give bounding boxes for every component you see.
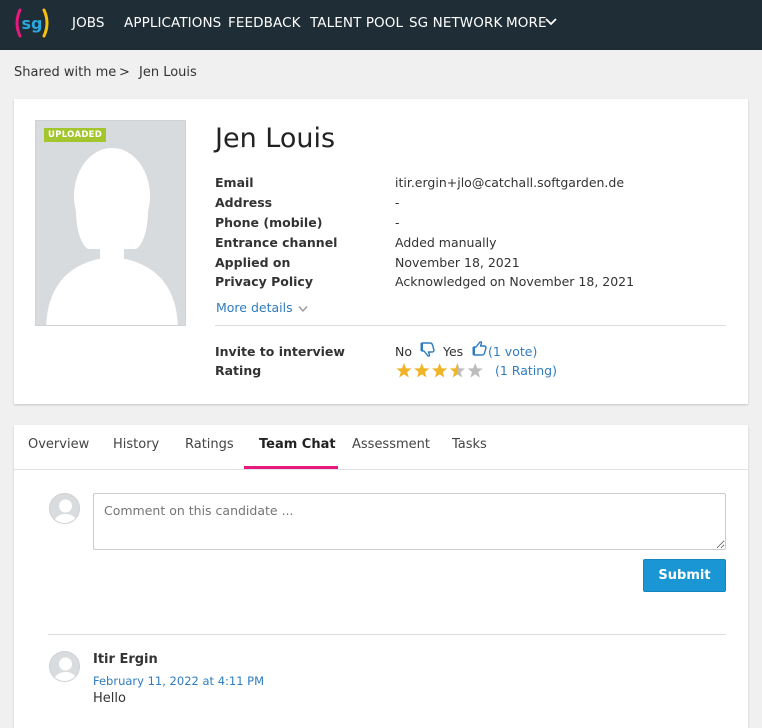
tab-bar: Overview History Ratings Team Chat Asses… bbox=[14, 425, 748, 470]
comment-timestamp: February 11, 2022 at 4:11 PM bbox=[93, 674, 265, 688]
tab-tasks[interactable]: Tasks bbox=[452, 437, 487, 452]
avatar bbox=[49, 651, 80, 682]
more-details-link[interactable]: More details bbox=[216, 300, 293, 315]
nav-feedback[interactable]: FEEDBACK bbox=[228, 15, 301, 31]
field-label-applied-on: Applied on bbox=[215, 255, 291, 270]
tab-history[interactable]: History bbox=[113, 437, 159, 452]
submit-button[interactable]: Submit bbox=[643, 559, 726, 592]
nav-more[interactable]: MORE bbox=[506, 15, 547, 31]
breadcrumb-current: Jen Louis bbox=[139, 65, 197, 80]
active-tab-indicator bbox=[244, 466, 338, 469]
rating-star[interactable] bbox=[396, 363, 412, 378]
rating-star[interactable] bbox=[431, 363, 448, 378]
field-value-applied-on: November 18, 2021 bbox=[395, 255, 520, 270]
comment-input[interactable] bbox=[93, 493, 726, 550]
tab-assessment[interactable]: Assessment bbox=[352, 437, 430, 452]
field-label-address: Address bbox=[215, 195, 273, 210]
field-label-entrance-channel: Entrance channel bbox=[215, 235, 338, 250]
field-value-entrance-channel: Added manually bbox=[395, 235, 497, 250]
vote-yes-label[interactable]: Yes bbox=[443, 344, 463, 359]
nav-jobs[interactable]: JOBS bbox=[72, 15, 105, 31]
invite-to-interview-label: Invite to interview bbox=[215, 344, 345, 359]
field-label-privacy-policy: Privacy Policy bbox=[215, 274, 313, 289]
nav-applications[interactable]: APPLICATIONS bbox=[124, 15, 221, 31]
chevron-down-icon[interactable] bbox=[298, 305, 308, 313]
person-silhouette-icon bbox=[46, 148, 178, 325]
softgarden-logo[interactable]: sg bbox=[13, 7, 51, 39]
vote-count[interactable]: (1 vote) bbox=[488, 344, 537, 359]
logo-text: sg bbox=[22, 14, 43, 33]
field-value-address: - bbox=[395, 195, 400, 210]
candidate-photo-placeholder: UPLOADED bbox=[35, 120, 186, 326]
candidate-profile-card: UPLOADED Jen Louis Email itir.ergin+jlo@… bbox=[14, 99, 748, 404]
breadcrumb-separator: > bbox=[119, 65, 130, 80]
breadcrumb-shared-with-me[interactable]: Shared with me bbox=[14, 65, 116, 80]
rating-star[interactable] bbox=[467, 363, 483, 378]
field-label-phone: Phone (mobile) bbox=[215, 215, 323, 230]
tab-overview[interactable]: Overview bbox=[28, 437, 89, 452]
comments-divider bbox=[48, 634, 726, 635]
vote-no-label[interactable]: No bbox=[395, 344, 412, 359]
user-avatar-icon bbox=[53, 499, 78, 523]
tab-team-chat[interactable]: Team Chat bbox=[259, 437, 336, 452]
thumbs-up-icon[interactable] bbox=[472, 341, 488, 356]
rating-stars[interactable] bbox=[395, 362, 485, 379]
field-value-privacy-policy: Acknowledged on November 18, 2021 bbox=[395, 274, 635, 289]
comment-text: Hello bbox=[93, 691, 126, 706]
nav-sg-network[interactable]: SG NETWORK bbox=[409, 15, 502, 31]
nav-talent-pool[interactable]: TALENT POOL bbox=[310, 15, 403, 31]
rating-star[interactable] bbox=[449, 363, 466, 378]
chevron-down-icon[interactable] bbox=[545, 17, 557, 27]
uploaded-badge: UPLOADED bbox=[44, 128, 107, 142]
comment-author: Itir Ergin bbox=[93, 652, 158, 667]
candidate-name: Jen Louis bbox=[215, 123, 336, 154]
field-label-email: Email bbox=[215, 175, 254, 190]
avatar bbox=[49, 493, 80, 524]
rating-count[interactable]: (1 Rating) bbox=[495, 363, 557, 378]
tab-ratings[interactable]: Ratings bbox=[185, 437, 234, 452]
rating-star[interactable] bbox=[414, 363, 430, 378]
profile-divider bbox=[215, 325, 726, 326]
user-avatar-icon bbox=[53, 657, 78, 681]
candidate-detail-panel: Overview History Ratings Team Chat Asses… bbox=[14, 425, 748, 728]
field-value-phone: - bbox=[395, 215, 400, 230]
thumbs-down-icon[interactable] bbox=[420, 342, 436, 357]
rating-label: Rating bbox=[215, 363, 262, 378]
field-value-email: itir.ergin+jlo@catchall.softgarden.de bbox=[395, 175, 625, 190]
top-navigation: sg JOBS APPLICATIONS FEEDBACK TALENT POO… bbox=[0, 0, 762, 50]
